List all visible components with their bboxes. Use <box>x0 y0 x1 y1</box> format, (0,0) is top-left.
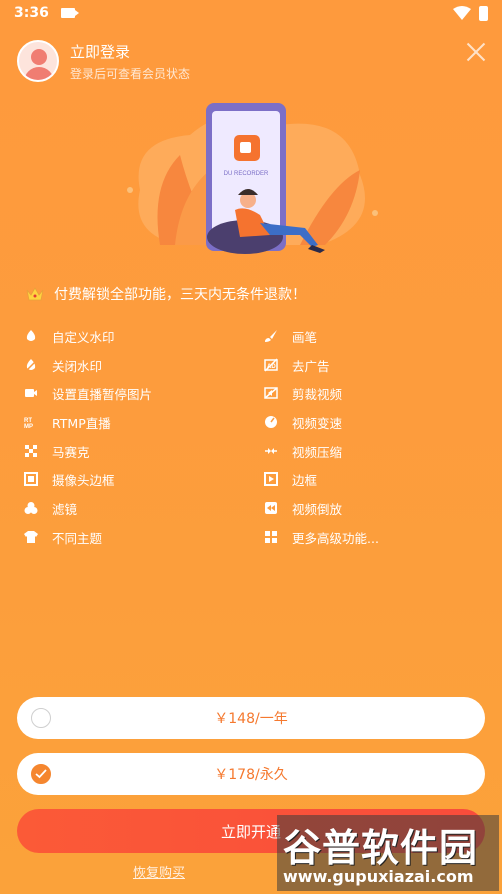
feature-item: AD 去广告 <box>264 355 330 375</box>
feature-item: 关闭水印 <box>24 355 102 375</box>
plan-option-lifetime[interactable]: ￥178/永久 <box>17 753 485 795</box>
remove-watermark-icon <box>24 358 38 372</box>
mosaic-icon <box>24 444 38 458</box>
login-row[interactable]: 立即登录 登录后可查看会员状态 <box>17 40 190 82</box>
video-compress-icon <box>264 444 278 458</box>
theme-icon <box>24 530 38 544</box>
feature-item: 自定义水印 <box>24 326 115 346</box>
feature-item: 更多高级功能... <box>264 527 379 547</box>
feature-item: 视频变速 <box>264 412 342 432</box>
wifi-icon <box>453 6 471 20</box>
feature-item: 画笔 <box>264 326 317 346</box>
brush-icon <box>264 329 278 343</box>
feature-item: 滤镜 <box>24 498 77 518</box>
plan-option-yearly[interactable]: ￥148/一年 <box>17 697 485 739</box>
feature-item: 不同主题 <box>24 527 102 547</box>
crop-video-icon <box>264 386 278 400</box>
watermark-title: 谷普软件园 <box>283 826 479 870</box>
plan-label: ￥178/永久 <box>214 767 288 783</box>
hero-app-name: DU RECORDER <box>224 171 269 177</box>
more-features-icon <box>264 530 278 544</box>
feature-item: 摄像头边框 <box>24 469 115 489</box>
feature-item: 边框 <box>264 469 317 489</box>
camera-frame-icon <box>24 472 38 486</box>
frame-icon <box>264 472 278 486</box>
feature-item: 视频压缩 <box>264 441 342 461</box>
headline: 付费解锁全部功能，三天内无条件退款！ <box>26 284 306 304</box>
filter-icon <box>24 501 38 515</box>
svg-text:MP: MP <box>24 424 33 429</box>
headline-text: 付费解锁全部功能，三天内无条件退款！ <box>54 287 306 303</box>
close-icon[interactable] <box>466 42 486 62</box>
feature-item: 剪裁视频 <box>264 383 342 403</box>
feature-item: 视频倒放 <box>264 498 342 518</box>
battery-icon <box>479 5 488 21</box>
screen-record-icon <box>60 8 79 18</box>
custom-watermark-icon <box>24 329 38 343</box>
status-bar: 3:36 <box>0 0 502 26</box>
feature-item: 设置直播暂停图片 <box>24 383 152 403</box>
radio-checked-icon[interactable] <box>31 764 51 784</box>
feature-item: RT MP RTMP直播 <box>24 415 111 431</box>
status-time: 3:36 <box>14 5 49 21</box>
feature-item: 马赛克 <box>24 441 90 461</box>
login-title[interactable]: 立即登录 <box>70 41 190 62</box>
video-speed-icon <box>264 415 278 429</box>
remove-ads-icon: AD <box>264 358 278 372</box>
avatar[interactable] <box>17 40 59 82</box>
radio-unchecked-icon[interactable] <box>31 708 51 728</box>
restore-purchase-link[interactable]: 恢复购买 <box>0 862 318 881</box>
plan-label: ￥148/一年 <box>214 711 288 727</box>
login-subtitle: 登录后可查看会员状态 <box>70 66 191 81</box>
live-pause-image-icon <box>24 386 38 400</box>
hero-illustration: DU RECORDER <box>127 103 378 254</box>
watermark-url: www.gupuxiazai.com <box>283 867 474 886</box>
watermark: 谷普软件园 www.gupuxiazai.com <box>277 815 499 891</box>
crown-icon <box>26 287 44 301</box>
video-reverse-icon <box>264 501 278 515</box>
rtmp-icon: RT MP <box>24 415 38 429</box>
